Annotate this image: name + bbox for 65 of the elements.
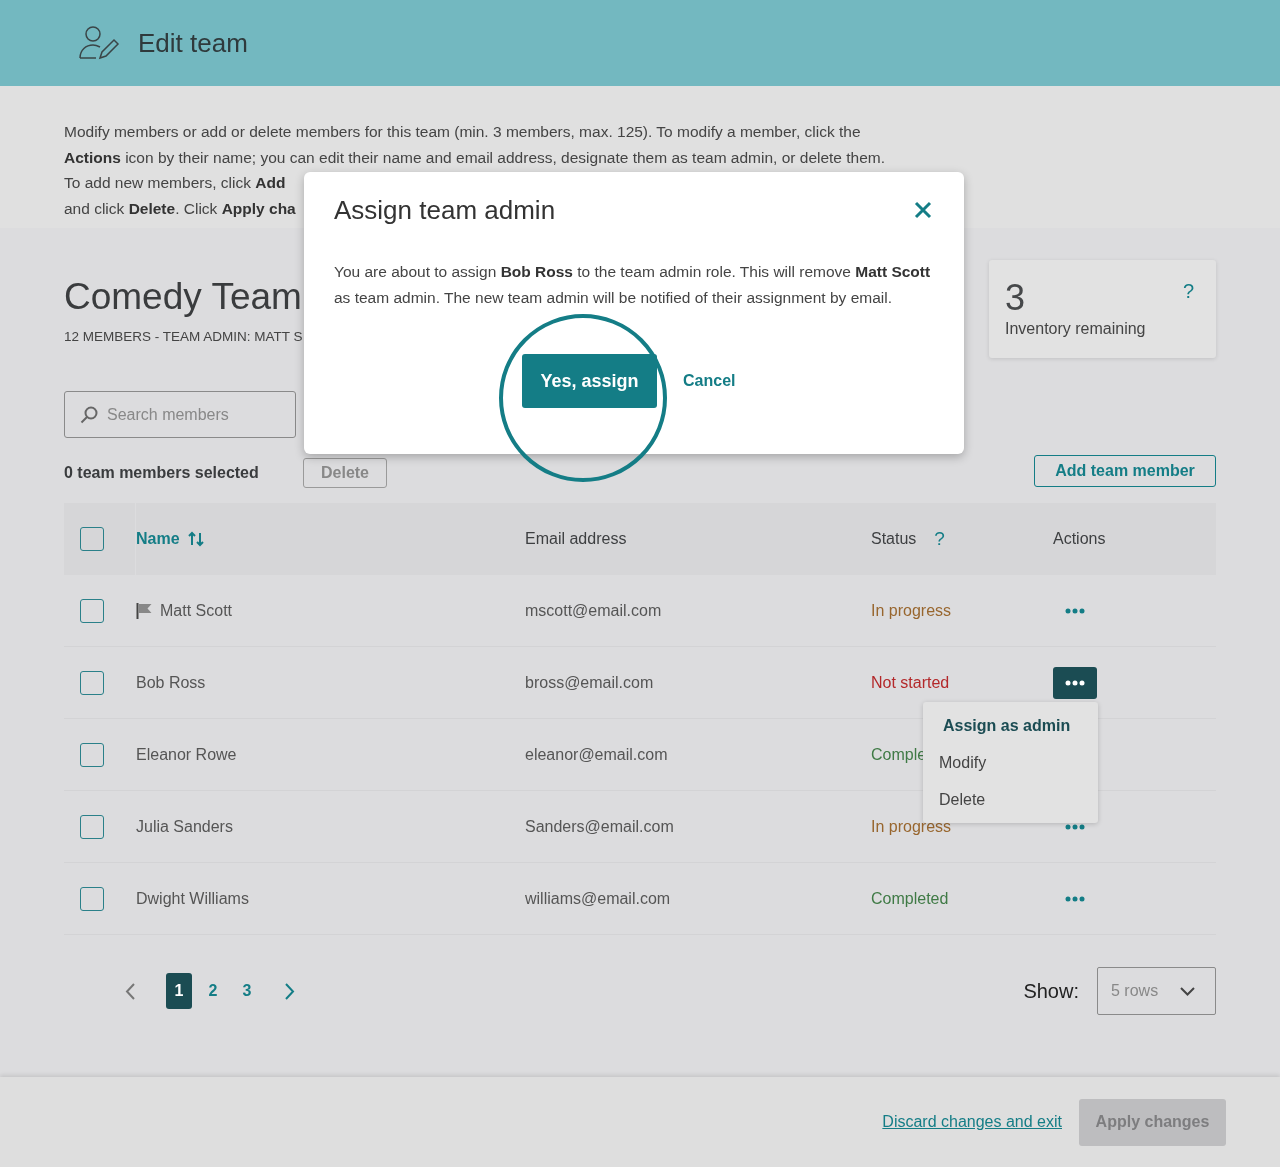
member-status: Completed	[871, 889, 949, 907]
member-email: bross@email.com	[525, 673, 654, 691]
rows-per-page-dropdown[interactable]: 5 rows	[1097, 967, 1216, 1015]
menu-item[interactable]: Delete	[923, 780, 1098, 818]
selection-count: 0 team members selected	[64, 463, 260, 482]
menu-item[interactable]: Modify	[923, 743, 1098, 781]
chevron-right-icon	[285, 982, 295, 1000]
discard-changes-link[interactable]: Discard changes and exit	[882, 1113, 1062, 1131]
member-email: eleanor@email.com	[525, 745, 668, 763]
intro-text-line: Modify members or add or delete members for this team (min. 3 members, max. 125). To modify a member, click the	[64, 122, 862, 142]
member-name: Eleanor Rowe	[136, 745, 237, 764]
row-checkbox[interactable]	[80, 814, 104, 839]
page-button[interactable]: 1	[166, 973, 192, 1009]
page-button[interactable]: 3	[234, 973, 260, 1009]
team-subtitle: 12 MEMBERS - TEAM ADMIN: MATT S	[64, 328, 303, 346]
row-checkbox[interactable]	[80, 670, 104, 695]
close-button[interactable]	[912, 199, 934, 221]
select-all-checkbox[interactable]	[80, 527, 104, 551]
cancel-link[interactable]: Cancel	[683, 372, 736, 391]
help-link[interactable]: ?	[934, 528, 945, 550]
user-edit-icon	[78, 25, 120, 61]
row-checkbox[interactable]	[80, 742, 104, 767]
column-header: Status	[871, 530, 917, 548]
row-checkbox[interactable]	[80, 598, 104, 623]
help-link[interactable]: ?	[1182, 280, 1194, 303]
more-icon	[1065, 679, 1085, 686]
add-team-member-button[interactable]: Add team member	[1034, 455, 1216, 487]
row-checkbox[interactable]	[80, 886, 104, 911]
show-label: Show:	[1023, 979, 1079, 1003]
column-header: Actions	[1053, 530, 1106, 548]
member-status: Not started	[871, 673, 950, 691]
more-icon	[1065, 823, 1085, 830]
page-title: Edit team	[138, 27, 248, 59]
inventory-label: Inventory remaining	[1005, 320, 1147, 338]
member-email: Sanders@email.com	[525, 817, 674, 835]
column-header[interactable]: Name	[136, 530, 180, 548]
member-email: mscott@email.com	[525, 601, 662, 619]
menu-item[interactable]: Assign as admin	[923, 706, 1098, 744]
member-name: Dwight Williams	[136, 889, 249, 908]
inventory-count: 3	[1005, 278, 1026, 318]
yes-assign-button[interactable]: Yes, assign	[522, 354, 657, 409]
chevron-left-icon	[125, 982, 135, 1000]
member-name: Julia Sanders	[136, 817, 233, 836]
intro-text-line: To add new members, click Add	[64, 173, 286, 194]
more-icon	[1065, 895, 1085, 902]
member-name: Matt Scott	[160, 601, 233, 620]
team-name: Comedy Team	[64, 275, 302, 319]
intro-text-line: and click Delete. Click Apply cha	[64, 199, 296, 220]
search-icon	[80, 406, 98, 424]
member-name: Bob Ross	[136, 673, 206, 692]
more-icon	[1065, 607, 1085, 614]
actions-button[interactable]	[1053, 666, 1097, 699]
member-email: williams@email.com	[525, 889, 671, 907]
dialog-title: Assign team admin	[334, 194, 556, 226]
member-status: In progress	[871, 601, 952, 619]
dialog-message: You are about to assign Bob Ross to the team admin role. This will remove Matt Scott as team admin. The new team admin will be notified of their assignment by email.	[334, 262, 932, 308]
member-status: In progress	[871, 817, 952, 835]
column-header: Email address	[525, 530, 627, 548]
page-button[interactable]: 2	[200, 973, 226, 1009]
close-icon	[914, 201, 932, 219]
sort-icon[interactable]	[187, 531, 204, 547]
delete-button[interactable]: Delete	[303, 457, 387, 488]
intro-text-line: Actions icon by their name; you can edit their name and email address, designate them as team admin, or delete them.	[64, 147, 887, 168]
search-field[interactable]: Search members	[64, 391, 296, 438]
chevron-down-icon	[1180, 986, 1195, 996]
